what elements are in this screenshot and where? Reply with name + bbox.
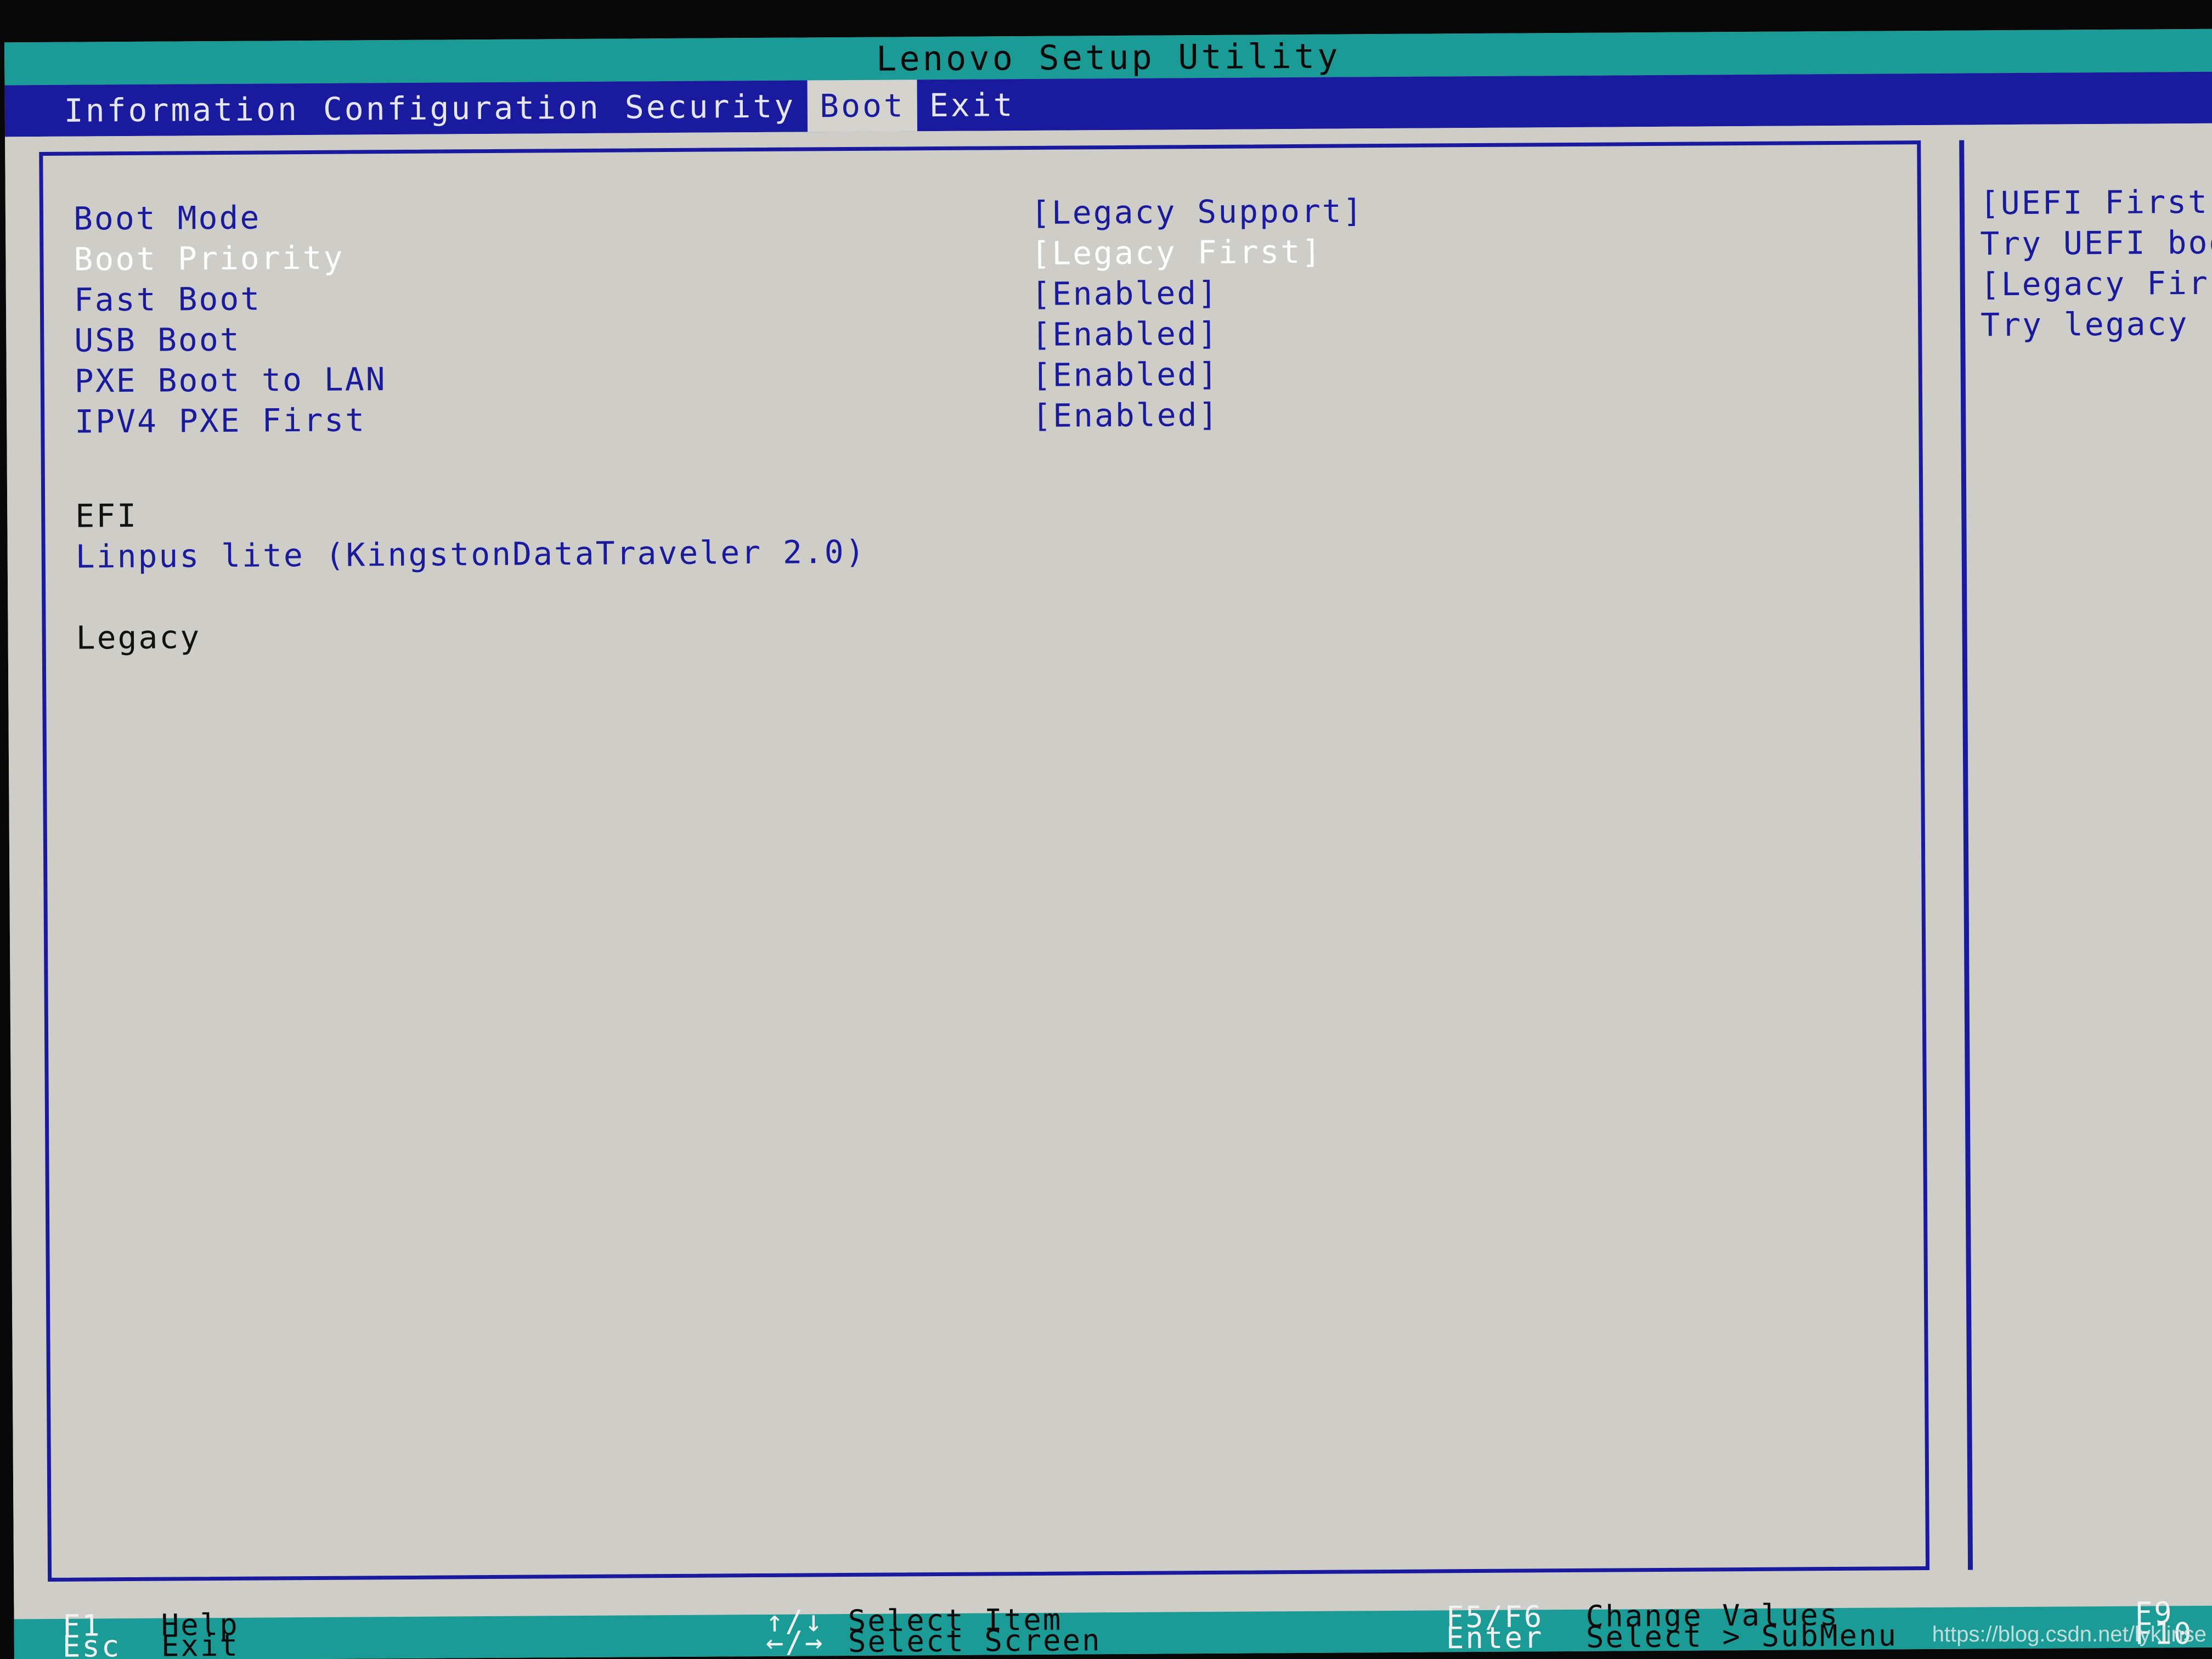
tab-information[interactable]: Information: [52, 83, 311, 137]
boot-device-groups: EFI Linpus lite (KingstonDataTraveler 2.0…: [75, 484, 1887, 698]
tab-label: Boot: [819, 87, 906, 125]
setting-label: PXE Boot to LAN: [74, 360, 387, 400]
tab-security[interactable]: Security: [613, 80, 808, 133]
setting-value[interactable]: [Legacy Support]: [1031, 192, 1364, 232]
tab-label: Exit: [929, 86, 1015, 125]
setting-label: Boot Priority: [74, 239, 345, 278]
footer-action: Select > SubMenu: [1585, 1618, 1898, 1655]
footer-action: Select Screen: [848, 1623, 1102, 1659]
tab-label: Security: [624, 87, 796, 126]
help-panel: [UEFI First] Try UEFI boot [Legacy First] T…: [1959, 138, 2212, 1570]
device-group: EFI Linpus lite (KingstonDataTraveler 2.0…: [75, 484, 1886, 577]
help-line: Try UEFI boot: [1980, 223, 2212, 263]
setting-label: USB Boot: [74, 320, 241, 359]
setting-value[interactable]: [Enabled]: [1032, 396, 1220, 435]
setting-label: Boot Mode: [73, 199, 261, 238]
main-settings-panel: Boot Mode [Legacy Support] Boot Priority [L…: [39, 140, 1930, 1582]
setting-label: IPV4 PXE First: [75, 401, 366, 441]
setting-value[interactable]: [Legacy First]: [1031, 233, 1322, 272]
body-region: Boot Mode [Legacy Support] Boot Priority [L…: [5, 123, 2212, 1620]
settings-list: Boot Mode [Legacy Support] Boot Priority [L…: [74, 187, 1886, 442]
tab-exit[interactable]: Exit: [917, 79, 1027, 131]
setting-value[interactable]: [Enabled]: [1031, 274, 1219, 313]
tab-label: Configuration: [323, 88, 601, 128]
device-group: Legacy: [76, 606, 1886, 658]
tab-label: Information: [64, 91, 300, 129]
photographed-screen: Lenovo Setup Utility Information Configur…: [0, 0, 2212, 1659]
setting-value[interactable]: [Enabled]: [1031, 315, 1219, 353]
setting-label: Fast Boot: [74, 280, 262, 319]
footer-action: Exit: [161, 1628, 240, 1659]
bios-setup-screen: Lenovo Setup Utility Information Configur…: [4, 29, 2212, 1659]
tab-boot[interactable]: Boot: [807, 80, 918, 132]
help-line: Try legacy boot: [1980, 304, 2212, 344]
help-line: [UEFI First]: [1979, 183, 2212, 222]
footer-key: ←/→: [765, 1624, 825, 1659]
help-line: [Legacy First]: [1980, 264, 2212, 303]
help-text-lines: [UEFI First] Try UEFI boot [Legacy First] T…: [1980, 180, 2212, 345]
footer-key: Esc: [62, 1629, 121, 1659]
device-group-header: Legacy: [76, 618, 201, 657]
watermark: https://blog.csdn.net/lyklinse: [1932, 1622, 2207, 1646]
tab-configuration[interactable]: Configuration: [311, 82, 613, 135]
page-title: Lenovo Setup Utility: [876, 35, 1341, 79]
setting-value[interactable]: [Enabled]: [1032, 356, 1220, 394]
footer-key: Enter: [1446, 1620, 1544, 1656]
